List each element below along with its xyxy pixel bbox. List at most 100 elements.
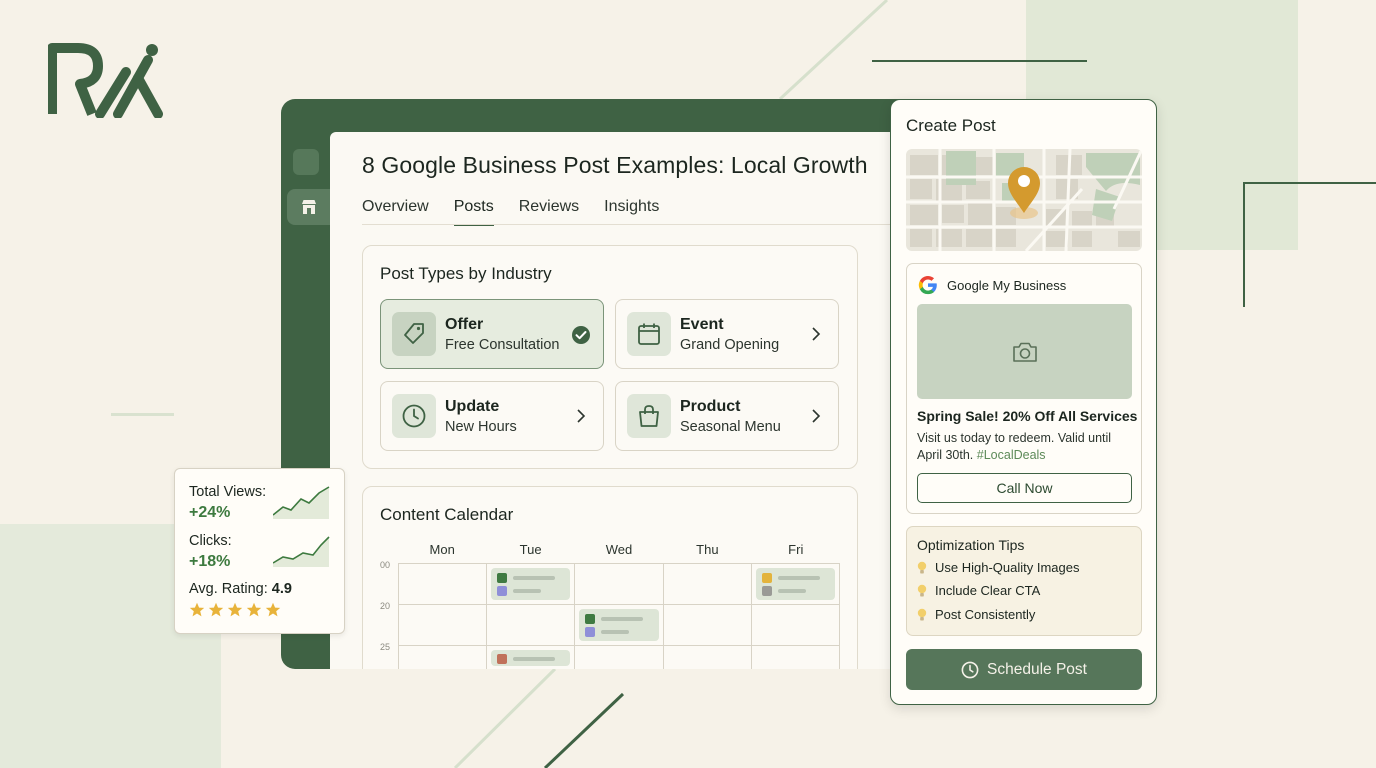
lightbulb-icon bbox=[917, 608, 927, 620]
tab-overview[interactable]: Overview bbox=[362, 198, 429, 226]
metrics-card: Total Views: +24% Clicks: +18% Avg. Rati… bbox=[174, 468, 345, 634]
star-icon bbox=[208, 602, 224, 617]
calendar-cell[interactable] bbox=[487, 564, 576, 605]
rail-button-store[interactable] bbox=[287, 189, 331, 225]
calendar-grid bbox=[398, 563, 841, 669]
page-title: 8 Google Business Post Examples: Local G… bbox=[362, 152, 868, 178]
post-type-label: Event bbox=[680, 316, 724, 333]
views-label: Total Views: bbox=[189, 484, 267, 500]
post-type-event[interactable]: Event Grand Opening bbox=[615, 299, 839, 369]
calendar-cell[interactable] bbox=[664, 646, 752, 669]
day-header: Wed bbox=[605, 542, 633, 557]
calendar-cell[interactable] bbox=[575, 564, 664, 605]
tip-text: Include Clear CTA bbox=[935, 583, 1041, 598]
calendar-cell[interactable] bbox=[575, 605, 664, 646]
post-body-text: Visit us today to redeem. Valid until Ap… bbox=[917, 430, 1132, 464]
optimization-tips: Optimization Tips Use High-Quality Image… bbox=[906, 526, 1142, 636]
row-label: 00 bbox=[380, 560, 391, 570]
gmb-platform-name: Google My Business bbox=[947, 277, 1067, 293]
rating-value: 4.9 bbox=[271, 581, 292, 597]
calendar-cell[interactable] bbox=[575, 646, 664, 669]
tag-icon bbox=[392, 312, 436, 356]
calendar-cell[interactable] bbox=[751, 564, 841, 605]
calendar-cell[interactable] bbox=[487, 646, 576, 669]
lightbulb-icon bbox=[917, 584, 927, 596]
post-type-update[interactable]: Update New Hours bbox=[380, 381, 604, 451]
create-post-panel: Create Post Google My Business Spring Sa… bbox=[890, 99, 1157, 705]
clicks-sparkline bbox=[273, 536, 330, 567]
star-icon bbox=[227, 602, 243, 617]
post-type-label: Product bbox=[680, 398, 741, 415]
chevron-right-icon bbox=[812, 327, 821, 341]
clicks-label: Clicks: bbox=[189, 533, 232, 549]
calendar-cell[interactable] bbox=[399, 646, 488, 669]
row-label: 25 bbox=[380, 642, 391, 652]
clicks-value: +18% bbox=[189, 553, 231, 570]
post-type-example: Free Consultation bbox=[445, 337, 560, 353]
content-calendar-card: Content Calendar Mon Tue Wed Thu Fri 00 … bbox=[362, 486, 858, 669]
tab-posts[interactable]: Posts bbox=[453, 198, 494, 226]
check-circle-icon bbox=[572, 326, 590, 344]
calendar-event[interactable] bbox=[579, 609, 659, 641]
calendar-cell[interactable] bbox=[399, 605, 488, 646]
tip-item: Post Consistently bbox=[917, 607, 1035, 622]
clock-icon bbox=[961, 661, 979, 678]
post-hashtag[interactable]: #LocalDeals bbox=[977, 448, 1046, 462]
tip-item: Include Clear CTA bbox=[917, 583, 1040, 598]
tab-bar: Overview Posts Reviews Insights bbox=[362, 198, 684, 226]
calendar-event[interactable] bbox=[491, 568, 571, 600]
camera-icon bbox=[1012, 342, 1037, 362]
tab-reviews[interactable]: Reviews bbox=[519, 198, 579, 226]
calendar-cell[interactable] bbox=[663, 564, 752, 605]
calendar-cell[interactable] bbox=[663, 605, 752, 646]
day-header: Fri bbox=[788, 542, 804, 557]
gmb-header: Google My Business bbox=[917, 274, 1066, 296]
tips-title: Optimization Tips bbox=[917, 537, 1025, 553]
google-g-icon bbox=[918, 275, 937, 295]
calendar-cell[interactable] bbox=[751, 605, 841, 646]
post-type-label: Update bbox=[445, 398, 500, 415]
tab-insights[interactable]: Insights bbox=[604, 198, 659, 226]
calendar-event[interactable] bbox=[491, 650, 571, 666]
rating-row: Avg. Rating: 4.9 bbox=[189, 581, 292, 597]
rail-button-home[interactable] bbox=[293, 149, 319, 175]
calendar-day-headers: Mon Tue Wed Thu Fri bbox=[398, 542, 840, 557]
post-types-card: Post Types by Industry Offer Free Consul… bbox=[362, 245, 858, 469]
main-content: 8 Google Business Post Examples: Local G… bbox=[330, 132, 921, 669]
gmb-preview-card: Google My Business Spring Sale! 20% Off … bbox=[906, 263, 1142, 514]
photo-placeholder[interactable] bbox=[917, 304, 1132, 399]
calendar-cell[interactable] bbox=[487, 605, 576, 646]
tip-text: Use High-Quality Images bbox=[935, 560, 1080, 575]
calendar-cell[interactable] bbox=[752, 646, 841, 669]
tip-item: Use High-Quality Images bbox=[917, 560, 1080, 575]
app-window: 8 Google Business Post Examples: Local G… bbox=[281, 99, 921, 669]
chevron-right-icon bbox=[577, 409, 586, 423]
views-value: +24% bbox=[189, 504, 231, 521]
post-types-title: Post Types by Industry bbox=[380, 264, 552, 283]
post-type-example: New Hours bbox=[445, 419, 517, 435]
star-icon bbox=[265, 602, 281, 617]
schedule-post-button[interactable]: Schedule Post bbox=[906, 649, 1142, 690]
lightbulb-icon bbox=[917, 561, 927, 573]
post-type-example: Grand Opening bbox=[680, 337, 780, 353]
row-label: 20 bbox=[380, 601, 391, 611]
clock-icon bbox=[392, 394, 436, 438]
post-type-offer[interactable]: Offer Free Consultation bbox=[380, 299, 604, 369]
post-type-example: Seasonal Menu bbox=[680, 419, 781, 435]
store-icon bbox=[302, 200, 316, 214]
post-type-label: Offer bbox=[445, 316, 484, 333]
calendar-title: Content Calendar bbox=[380, 505, 514, 524]
star-icon bbox=[189, 602, 205, 617]
shopping-bag-icon bbox=[627, 394, 671, 438]
tip-text: Post Consistently bbox=[935, 607, 1036, 622]
day-header: Mon bbox=[429, 542, 455, 557]
create-post-title: Create Post bbox=[906, 116, 996, 135]
calendar-cell[interactable] bbox=[399, 564, 488, 605]
star-icon bbox=[246, 602, 262, 617]
location-map[interactable] bbox=[906, 149, 1142, 251]
calendar-event[interactable] bbox=[755, 568, 836, 600]
post-type-product[interactable]: Product Seasonal Menu bbox=[615, 381, 839, 451]
chevron-right-icon bbox=[812, 409, 821, 423]
call-now-button[interactable]: Call Now bbox=[917, 473, 1132, 503]
brand-logo bbox=[48, 43, 163, 118]
